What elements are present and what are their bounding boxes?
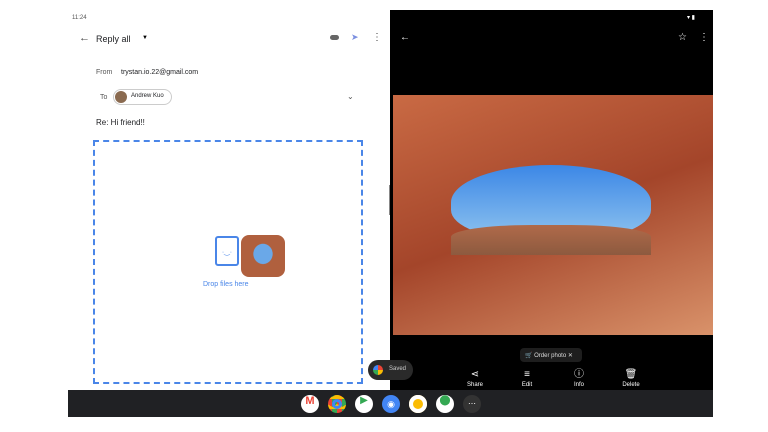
- share-label: Share: [466, 382, 483, 388]
- back-arrow-icon[interactable]: ←: [79, 32, 90, 44]
- gmail-compose-window: 11:24 ← Reply all ▼ ➤ ⋮ From trystan.io.…: [68, 10, 388, 390]
- more-icon[interactable]: ⋮: [699, 32, 709, 43]
- chevron-down-icon[interactable]: ⌄: [347, 92, 354, 101]
- maps-icon[interactable]: ⬤: [436, 395, 454, 413]
- saved-toast: Saved: [368, 360, 413, 380]
- recipient-chip[interactable]: Andrew Kuo: [113, 89, 172, 105]
- taskbar: M ▶ ◉ ⬤ ⋯: [68, 390, 713, 417]
- attach-icon[interactable]: [330, 35, 339, 40]
- avatar: [115, 91, 127, 103]
- app-launcher-icon[interactable]: ⋯: [463, 395, 481, 413]
- chrome-icon[interactable]: [328, 395, 346, 413]
- status-icons: ▾ ▮: [687, 15, 695, 21]
- recipient-name: Andrew Kuo: [131, 93, 164, 99]
- dropdown-icon[interactable]: ▼: [142, 35, 148, 41]
- order-photo-chip[interactable]: 🛒 Order photo ✕: [520, 348, 582, 362]
- toast-text: Saved: [389, 366, 407, 372]
- to-label: To: [100, 94, 108, 101]
- more-icon[interactable]: ⋮: [372, 32, 382, 43]
- from-address[interactable]: trystan.io.22@gmail.com: [121, 69, 198, 76]
- order-photo-label: Order photo: [534, 353, 567, 359]
- dragged-photo-thumbnail: [241, 235, 285, 277]
- drop-text: Drop files here: [203, 281, 249, 288]
- share-icon: ⋖: [470, 369, 480, 380]
- trash-icon: 🗑: [624, 369, 638, 380]
- edit-sliders-icon: ≡: [524, 369, 530, 380]
- photos-icon: [373, 365, 383, 375]
- subject[interactable]: Re: Hi friend!!: [96, 118, 145, 127]
- photo[interactable]: [393, 95, 713, 335]
- file-icon: ·‿·: [215, 236, 239, 266]
- info-button[interactable]: ⓘ Info: [564, 369, 594, 389]
- status-time: 11:24: [72, 15, 87, 21]
- drop-zone[interactable]: ·‿· Drop files here: [93, 140, 363, 384]
- delete-label: Delete: [622, 382, 640, 388]
- camera-icon[interactable]: ◉: [382, 395, 400, 413]
- from-label: From: [96, 69, 113, 76]
- back-arrow-icon[interactable]: ←: [400, 32, 410, 43]
- edit-label: Edit: [521, 382, 533, 388]
- play-store-icon[interactable]: ▶: [355, 395, 373, 413]
- share-button[interactable]: ⋖ Share: [460, 369, 490, 389]
- photos-icon[interactable]: [409, 395, 427, 413]
- compose-title[interactable]: Reply all: [96, 34, 131, 44]
- send-icon[interactable]: ➤: [351, 32, 359, 43]
- delete-button[interactable]: 🗑 Delete: [616, 369, 646, 389]
- photos-viewer: ▾ ▮ ← ☆ ⋮ 🛒 Order photo ✕ ⋖ Share ≡ Edit ⓘ…: [390, 10, 713, 390]
- photo-canyon: [451, 225, 651, 255]
- info-icon: ⓘ: [574, 369, 584, 380]
- star-icon[interactable]: ☆: [678, 32, 687, 43]
- gmail-icon[interactable]: M: [301, 395, 319, 413]
- edit-button[interactable]: ≡ Edit: [512, 369, 542, 389]
- info-label: Info: [573, 382, 584, 388]
